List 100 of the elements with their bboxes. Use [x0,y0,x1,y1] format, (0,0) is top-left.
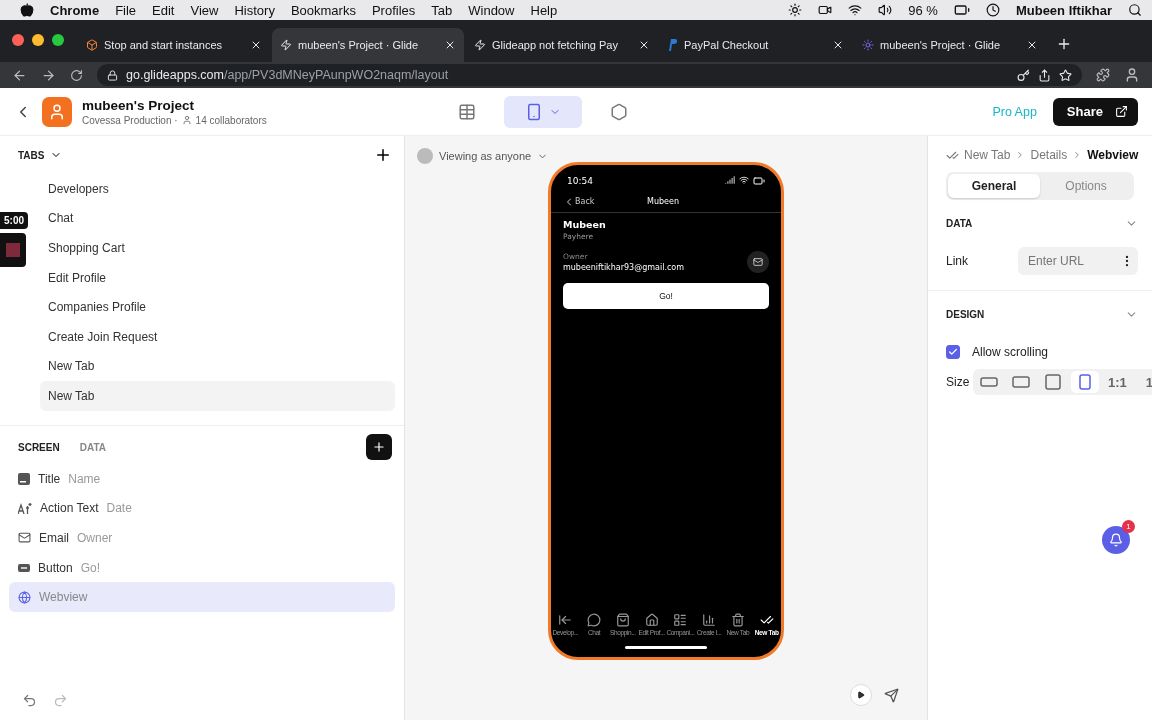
email-button[interactable] [747,251,769,273]
section-heading[interactable]: DATA [946,217,973,229]
menu-item[interactable]: Edit [152,2,175,18]
panel-tab[interactable]: DATA [79,441,106,453]
play-button[interactable] [850,684,872,706]
close-icon[interactable] [832,39,844,51]
envelope-icon[interactable] [753,257,763,267]
nav-list-item[interactable]: Companies Profile [40,292,395,322]
close-icon[interactable] [638,39,650,51]
share-icon[interactable] [1038,68,1051,82]
pointer-icon[interactable] [884,687,899,703]
menu-item[interactable]: Tab [431,2,453,18]
apple-icon[interactable] [20,3,34,17]
back-link[interactable]: Back [563,195,647,208]
p-logo-icon [668,39,678,51]
segment-tab[interactable]: General [948,174,1040,198]
battery-icon[interactable] [953,2,970,18]
nav-list-item[interactable]: Chat [40,203,395,234]
url-field[interactable]: Enter URL [1018,247,1138,275]
video-icon[interactable] [818,3,833,17]
nav-list-item[interactable]: Edit Profile [40,262,395,293]
viewing-as-selector[interactable]: Viewing as anyone [405,136,561,176]
play-icon[interactable] [857,690,865,700]
star-icon[interactable] [1059,68,1072,82]
battery-percent: 96 % [908,2,938,18]
size-option[interactable]: 1 [1135,371,1152,393]
back-icon[interactable] [12,67,27,83]
breadcrumb-link[interactable]: Webview [1087,148,1139,162]
section-heading[interactable]: TABS [18,149,45,161]
title-icon [18,472,30,485]
component-item[interactable]: Button Go! [9,552,395,583]
extension-icon[interactable] [1096,68,1110,82]
close-icon[interactable] [250,39,262,51]
component-item[interactable]: Action Text Date [9,493,395,524]
team-name: Covessa Production · [82,114,178,126]
size-option[interactable] [1071,371,1100,393]
search-icon[interactable] [1128,3,1142,17]
menu-item[interactable]: Help [530,2,558,18]
forward-icon[interactable] [41,67,56,83]
zoom-light[interactable] [52,34,64,46]
link-label: Link [946,254,968,268]
browser-tab[interactable]: Stop and start instances [78,28,270,62]
menu-item[interactable]: View [190,2,219,18]
component-item[interactable]: Title Name [9,464,395,494]
browser-tab[interactable]: Glideapp not fetching Pay [466,28,658,62]
nav-list-item[interactable]: New Tab [40,351,395,382]
nav-list-item[interactable]: Shopping Cart [40,233,395,263]
menu-item[interactable]: Window [468,2,515,18]
nav-list-item[interactable]: New Tab [40,381,395,411]
trash-icon [730,613,745,627]
sun-icon[interactable] [788,3,803,17]
breadcrumb-link[interactable]: Details [1030,148,1068,162]
close-icon[interactable] [444,39,456,51]
notification-button[interactable] [1102,526,1130,554]
section-heading[interactable]: DESIGN [946,308,985,320]
project-title: mubeen's Project [82,97,195,113]
bolt-icon [280,39,292,51]
volume-icon[interactable] [878,3,893,17]
menu-item[interactable]: History [234,2,275,18]
component-item[interactable]: Email Owner [9,523,395,553]
menu-item[interactable]: Profiles [371,2,416,18]
browser-tab[interactable]: mubeen's Project · Glide [272,28,464,62]
wifi-icon[interactable] [848,3,863,17]
close-icon[interactable] [1026,39,1038,51]
button-icon [18,563,30,572]
collaborator-count[interactable]: 14 collaborators [195,114,267,126]
go-button[interactable]: Go! [563,283,769,309]
new-tab-icon[interactable] [1056,36,1072,52]
menu-app-name[interactable]: Chrome [50,2,100,18]
nav-list-item[interactable]: Create Join Request [40,321,395,352]
browser-tab[interactable]: PayPal Checkout [660,28,852,62]
cube-icon [86,39,98,51]
shopping-bag-icon [615,613,630,627]
breadcrumb-link[interactable]: New Tab [964,148,1011,162]
address-field[interactable]: go.glideapps.com/app/PV3dMNeyPAunpWO2naqm/layout [97,64,1082,86]
panel-tab[interactable]: SCREEN [18,441,60,453]
menu-item[interactable]: Bookmarks [290,2,356,18]
reload-icon[interactable] [70,68,83,82]
undo-icon[interactable] [22,693,37,708]
browser-tab[interactable]: mubeen's Project · Glide [854,28,1046,62]
profile-avatar-icon[interactable] [1124,67,1140,83]
close-light[interactable] [12,34,24,46]
nav-list-item[interactable]: Developers [40,174,395,204]
bell-icon[interactable] [1109,533,1123,547]
external-link-icon[interactable] [1115,105,1128,118]
recording-timer: 5:00 [0,212,28,229]
share-button[interactable]: Share [1052,97,1138,126]
add-icon[interactable] [374,146,392,164]
globe-icon [18,590,31,604]
clock-icon[interactable] [985,3,1000,17]
menu-item[interactable]: File [115,2,137,18]
aspect-shape-icon [980,377,999,387]
minimize-light[interactable] [32,34,44,46]
size-option[interactable]: 1:1 [1103,371,1132,393]
email-value: mubeeniftikhar93@gmail.com [563,263,685,272]
add-component-button[interactable] [366,434,392,460]
mode-tab[interactable] [504,95,582,128]
key-icon[interactable] [1017,68,1030,82]
app-icon [42,96,72,127]
user-name[interactable]: Mubeen Iftikhar [1015,2,1112,18]
